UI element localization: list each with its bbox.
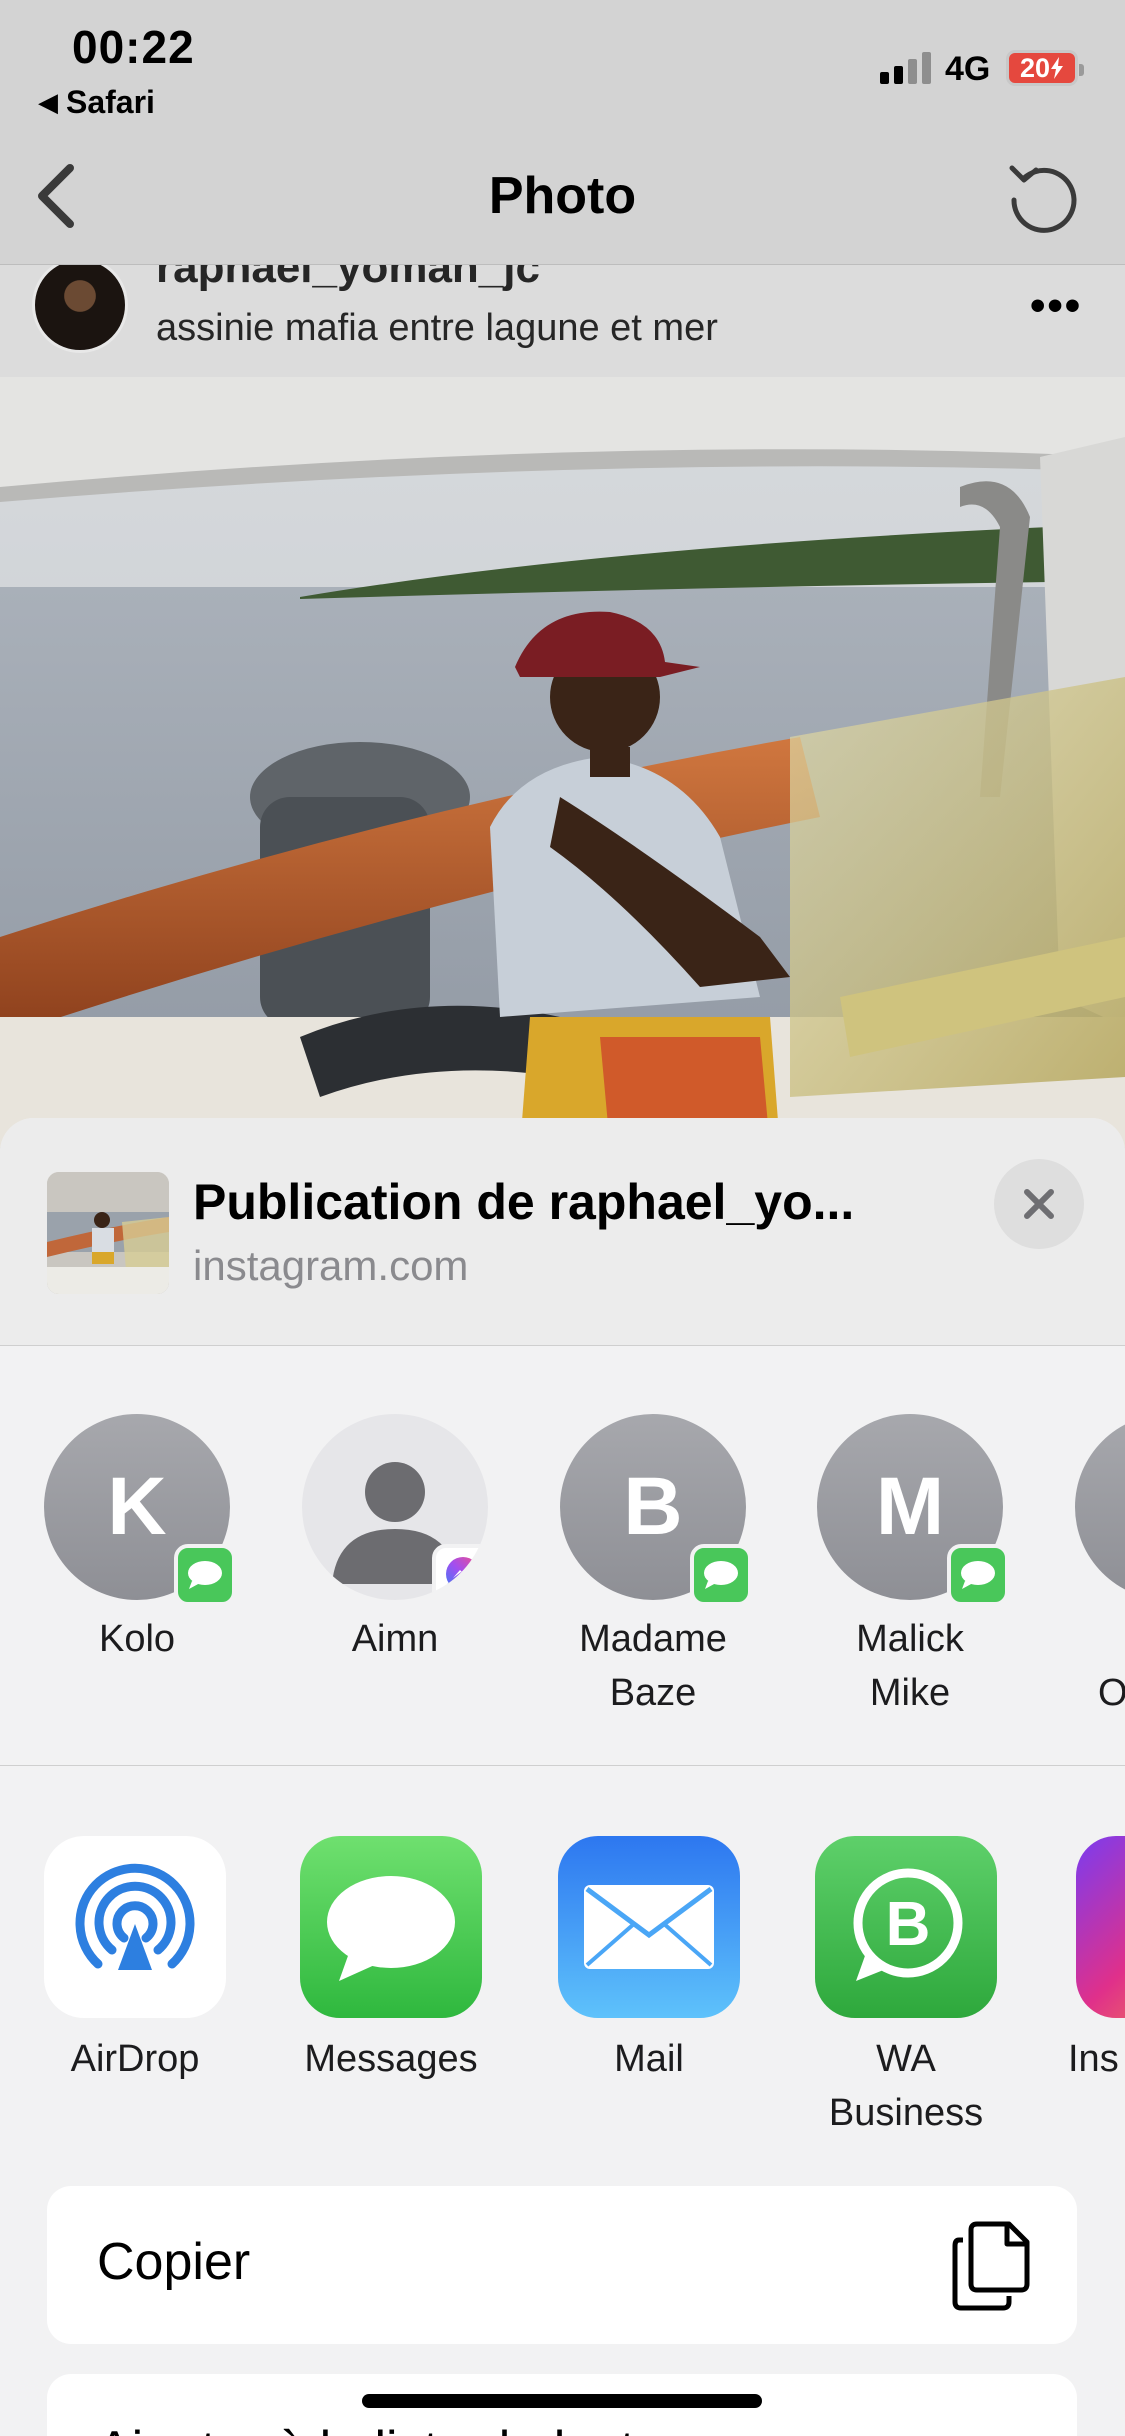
contact-name: Madame Baze — [579, 1618, 727, 1714]
contact-kolo[interactable]: K Kolo — [37, 1414, 237, 1666]
instagram-icon — [1076, 1836, 1125, 2018]
messages-icon — [300, 1836, 482, 2018]
share-header: Publication de raphael_yo... instagram.c… — [0, 1118, 1125, 1346]
contact-avatar — [302, 1414, 488, 1600]
network-type: 4G — [945, 50, 991, 88]
back-app-label: Safari — [66, 84, 155, 120]
contact-avatar: B — [560, 1414, 752, 1606]
mail-icon — [558, 1836, 740, 2018]
messenger-badge-icon — [432, 1544, 488, 1600]
app-mail[interactable]: Mail — [544, 1836, 754, 2086]
svg-text:B: B — [886, 1890, 931, 1959]
post-username[interactable]: raphael_yoman_jc — [156, 265, 540, 293]
app-name: Ins — [1068, 2038, 1119, 2080]
copy-action[interactable]: Copier — [47, 2186, 1077, 2344]
avatar[interactable] — [32, 265, 128, 353]
glasses-icon — [947, 2406, 1035, 2436]
messages-badge-icon — [947, 1544, 1009, 1606]
share-sheet: Publication de raphael_yo... instagram.c… — [0, 1118, 1125, 2436]
back-triangle-icon: ◀ — [38, 87, 58, 117]
page-title: Photo — [488, 167, 637, 225]
share-title: Publication de raphael_yo... — [193, 1174, 855, 1230]
app-name: Messages — [304, 2038, 478, 2080]
app-messages[interactable]: Messages — [286, 1836, 496, 2086]
contact-name: O — [1098, 1672, 1125, 1714]
signal-icon — [880, 50, 931, 84]
thumbnail-image — [47, 1172, 169, 1294]
app-name: AirDrop — [70, 2038, 200, 2080]
contact-name: Kolo — [98, 1618, 176, 1660]
charging-bolt-icon — [1051, 57, 1064, 79]
messages-badge-icon — [690, 1544, 752, 1606]
close-button[interactable] — [994, 1159, 1084, 1249]
app-instagram[interactable]: Ins — [1060, 1836, 1125, 2086]
app-wa-business[interactable]: B WA Business — [801, 1836, 1011, 2140]
contact-initial: M — [875, 1461, 945, 1552]
contact-avatar: K — [44, 1414, 236, 1606]
status-time: 00:22 — [72, 21, 195, 73]
status-bar: 00:22 ◀ Safari 4G 20 — [0, 0, 1125, 130]
reading-list-label: Ajouter à la liste de lecture — [97, 2420, 710, 2436]
post-photo — [0, 377, 1125, 1147]
contact-initial: B — [623, 1461, 683, 1552]
boat-photo-image — [0, 377, 1125, 1147]
copy-label: Copier — [97, 2233, 251, 2291]
contacts-row: K Kolo Aimn B Madame Baze M Malick Mike … — [0, 1346, 1125, 1766]
app-name: Mail — [614, 2038, 684, 2080]
share-url: instagram.com — [193, 1242, 469, 1289]
copy-icon — [952, 2221, 1030, 2311]
whatsapp-business-icon: B — [815, 1836, 997, 2018]
app-airdrop[interactable]: AirDrop — [30, 1836, 240, 2086]
close-icon — [1024, 1189, 1054, 1219]
contact-name: Aimn — [351, 1618, 439, 1660]
contact-partial[interactable]: O — [1068, 1414, 1125, 1720]
battery-level: 20 — [1019, 52, 1051, 83]
battery-icon: 20 — [1006, 50, 1084, 86]
contact-avatar: M — [817, 1414, 1009, 1606]
more-options-icon[interactable]: ••• — [1030, 281, 1082, 331]
messages-badge-icon — [174, 1544, 236, 1606]
contact-madame-baze[interactable]: B Madame Baze — [553, 1414, 753, 1720]
share-thumbnail — [47, 1172, 169, 1294]
contact-name: Malick Mike — [856, 1618, 964, 1714]
contact-avatar — [1075, 1414, 1125, 1600]
navigation-bar: Photo — [0, 130, 1125, 265]
home-indicator[interactable] — [362, 2394, 762, 2408]
contact-malick-mike[interactable]: M Malick Mike — [810, 1414, 1010, 1720]
contact-initial: K — [107, 1461, 167, 1552]
back-to-safari-link[interactable]: ◀ Safari — [38, 84, 155, 121]
post-location[interactable]: assinie mafia entre lagune et mer — [156, 307, 718, 350]
app-name: WA Business — [828, 2038, 984, 2134]
contact-aimn[interactable]: Aimn — [295, 1414, 495, 1666]
refresh-icon[interactable] — [1002, 156, 1082, 236]
post-header: raphael_yoman_jc assinie mafia entre lag… — [0, 265, 1125, 377]
airdrop-icon — [44, 1836, 226, 2018]
